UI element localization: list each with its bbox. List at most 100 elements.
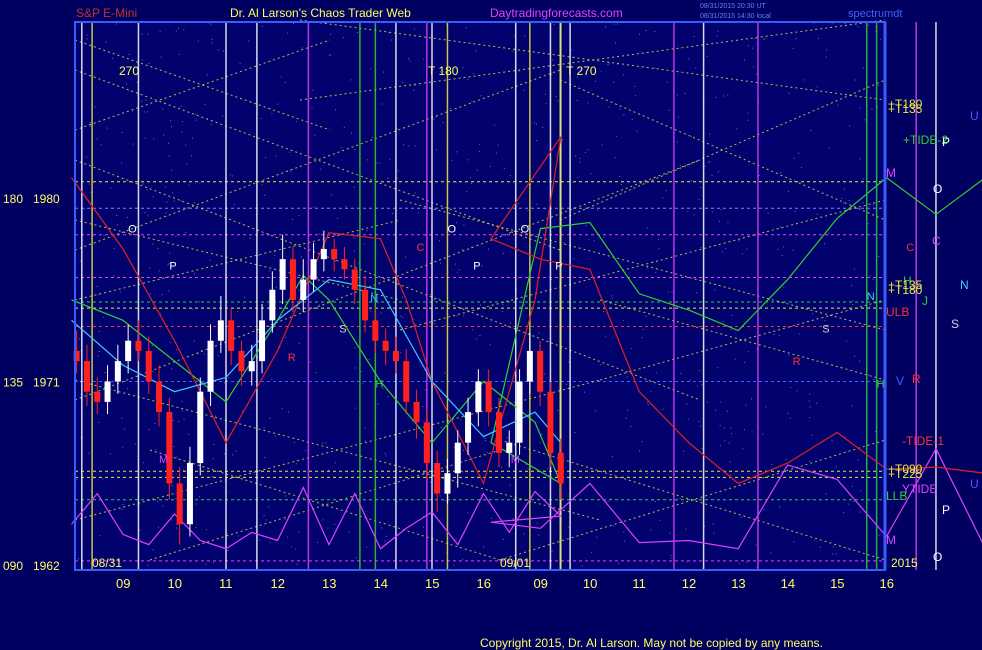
star-dot	[536, 522, 538, 524]
star-dot	[650, 562, 652, 564]
price-bar-body	[506, 442, 513, 453]
star-dot	[617, 23, 619, 25]
star-dot	[763, 509, 765, 511]
star-dot	[241, 410, 243, 412]
star-dot	[819, 546, 821, 548]
star-dot	[567, 526, 569, 528]
star-dot	[330, 33, 332, 35]
star-dot	[429, 293, 431, 295]
star-dot	[828, 147, 830, 149]
x-tick-label: 15	[425, 576, 439, 591]
star-dot	[217, 355, 219, 357]
star-dot	[370, 68, 372, 70]
star-dot	[162, 505, 164, 507]
star-dot	[734, 358, 736, 360]
star-dot	[698, 198, 700, 200]
star-dot	[831, 440, 833, 442]
star-dot	[716, 35, 718, 37]
star-dot	[810, 130, 812, 132]
right-side-label: M	[886, 166, 896, 180]
star-dot	[197, 40, 199, 42]
star-dot	[835, 466, 837, 468]
star-dot	[284, 519, 286, 521]
star-dot	[481, 265, 483, 267]
star-dot	[330, 194, 332, 196]
star-dot	[604, 335, 606, 337]
y-tick-angle: 090	[3, 559, 23, 573]
timestamp-line-2: 08/31/2015 14:30 local	[700, 13, 771, 20]
star-dot	[213, 562, 215, 564]
star-dot	[298, 531, 300, 533]
star-dot	[587, 102, 589, 104]
star-dot	[181, 131, 183, 133]
star-dot	[668, 109, 670, 111]
star-dot	[650, 529, 652, 531]
star-dot	[880, 179, 882, 181]
star-dot	[751, 398, 753, 400]
star-dot	[727, 221, 729, 223]
star-dot	[152, 196, 154, 198]
star-dot	[689, 379, 691, 381]
star-dot	[422, 526, 424, 528]
star-dot	[152, 371, 154, 373]
star-dot	[512, 518, 514, 520]
star-dot	[97, 355, 99, 357]
star-dot	[172, 192, 174, 194]
star-dot	[497, 144, 499, 146]
star-dot	[102, 316, 104, 318]
star-dot	[864, 119, 866, 121]
star-dot	[668, 291, 670, 293]
star-dot	[330, 53, 332, 55]
star-dot	[788, 92, 790, 94]
sp-emini-chaos-chart: O P M R S N H C O P M O P R S N H C O M P S&P E-Mini Dr. Al …	[0, 0, 982, 650]
price-bar-body	[176, 483, 183, 525]
star-dot	[414, 85, 416, 87]
star-dot	[106, 127, 108, 129]
star-dot	[147, 215, 149, 217]
star-dot	[524, 35, 526, 37]
price-bar-body	[423, 422, 430, 464]
star-dot	[223, 453, 225, 455]
star-dot	[176, 349, 178, 351]
timestamp-line-1: 08/31/2015 20:30 UT	[700, 3, 766, 10]
star-dot	[607, 500, 609, 502]
star-dot	[171, 368, 173, 370]
star-dot	[178, 27, 180, 29]
star-dot	[654, 501, 656, 503]
star-dot	[851, 405, 853, 407]
planet-mark: C	[417, 242, 425, 254]
star-dot	[642, 328, 644, 330]
star-dot	[198, 301, 200, 303]
star-dot	[718, 220, 720, 222]
star-dot	[414, 192, 416, 194]
price-bar-body	[454, 442, 461, 474]
star-dot	[698, 420, 700, 422]
x-tick-label: 16	[880, 576, 894, 591]
star-dot	[384, 453, 386, 455]
star-dot	[88, 183, 90, 185]
star-dot	[538, 332, 540, 334]
star-dot	[721, 251, 723, 253]
x-tick-label: 10	[168, 576, 182, 591]
star-dot	[389, 158, 391, 160]
star-dot	[385, 535, 387, 537]
star-dot	[820, 361, 822, 363]
star-dot	[132, 110, 134, 112]
price-bar-body	[320, 248, 327, 260]
star-dot	[79, 338, 81, 340]
star-dot	[724, 440, 726, 442]
star-dot	[149, 267, 151, 269]
star-dot	[147, 33, 149, 35]
star-dot	[502, 253, 504, 255]
star-dot	[862, 178, 864, 180]
planet-mark: N	[867, 291, 875, 303]
star-dot	[170, 120, 172, 122]
site-url: Daytradingforecasts.com	[490, 6, 623, 20]
star-dot	[402, 316, 404, 318]
star-dot	[227, 533, 229, 535]
star-dot	[305, 450, 307, 452]
star-dot	[139, 529, 141, 531]
star-dot	[608, 62, 610, 64]
star-dot	[827, 232, 829, 234]
price-bar-body	[197, 391, 204, 464]
